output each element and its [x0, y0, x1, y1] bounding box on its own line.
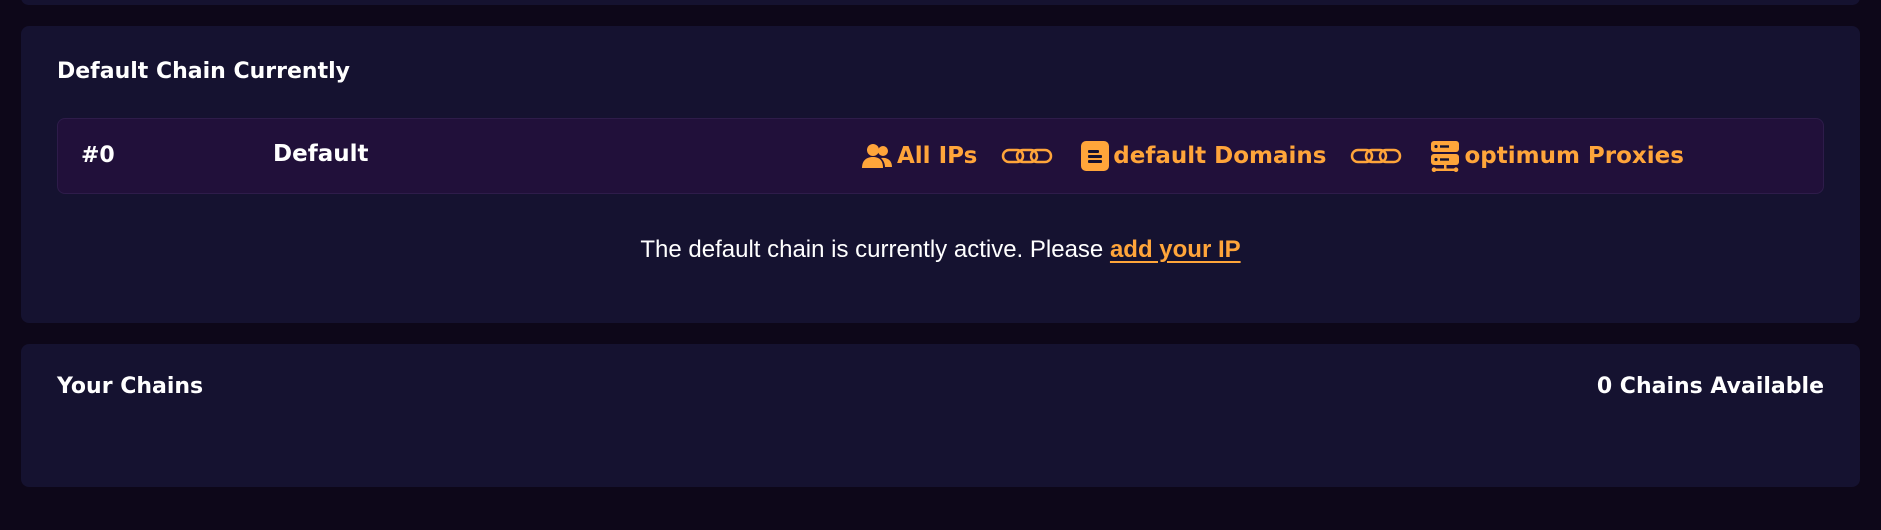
document-icon — [1081, 140, 1110, 172]
default-chain-row[interactable]: #0 Default All IPs default Domains optim… — [57, 118, 1824, 194]
chain-pipeline: All IPs default Domains optimum Proxies — [861, 138, 1684, 174]
chains-count: 0 Chains Available — [1596, 374, 1824, 399]
chain-domains-label: default Domains — [1113, 143, 1327, 169]
chain-ips[interactable]: All IPs — [861, 142, 977, 170]
chain-proxies-label: optimum Proxies — [1464, 143, 1684, 169]
default-chain-title: Default Chain Currently — [57, 59, 350, 84]
previous-card-edge — [21, 0, 1860, 5]
chain-link-icon — [1001, 147, 1053, 165]
chain-name: Default — [273, 141, 369, 167]
chain-id: #0 — [81, 143, 115, 168]
default-chain-notice: The default chain is currently active. P… — [21, 236, 1860, 264]
chain-ips-label: All IPs — [897, 143, 978, 169]
chain-proxies[interactable]: optimum Proxies — [1430, 140, 1684, 172]
add-ip-link[interactable]: add your IP — [1110, 236, 1241, 263]
chain-link-icon — [1350, 147, 1402, 165]
chain-domains[interactable]: default Domains — [1081, 140, 1326, 172]
users-icon — [861, 142, 893, 170]
default-chain-card: Default Chain Currently #0 Default All I… — [21, 26, 1860, 323]
server-icon — [1430, 140, 1460, 172]
notice-text: The default chain is currently active. P… — [640, 236, 1110, 263]
your-chains-title: Your Chains — [57, 374, 204, 399]
your-chains-card: Your Chains 0 Chains Available — [21, 344, 1860, 487]
